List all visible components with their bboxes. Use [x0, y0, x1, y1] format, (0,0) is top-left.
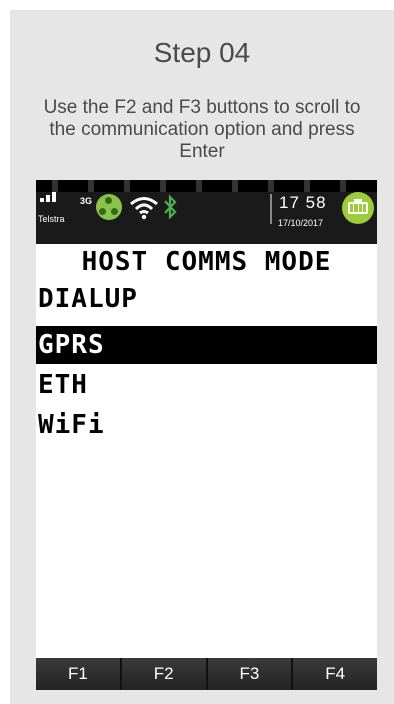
menu-option-eth[interactable]: ETH — [36, 366, 377, 404]
menu-title: HOST COMMS MODE — [81, 247, 332, 277]
instruction-text: Use the F2 and F3 buttons to scroll to t… — [43, 97, 361, 162]
clock-time: 17 58 — [279, 193, 327, 212]
carrier-label: Telstra — [38, 214, 65, 224]
f4-button[interactable]: F4 — [293, 658, 377, 690]
clock-date: 17/10/2017 — [278, 218, 324, 228]
f1-button[interactable]: F1 — [36, 658, 122, 690]
status-bar: Telstra 3G 17 58 17/10/2017 — [36, 180, 377, 244]
bluetooth-icon — [164, 194, 177, 220]
wifi-icon — [130, 197, 158, 220]
battery-icon — [342, 192, 374, 224]
signal-bars-icon — [40, 192, 64, 202]
step-title: Step 04 — [153, 37, 251, 68]
menu-option-gprs[interactable]: GPRS — [36, 326, 377, 364]
terminal-screen: Telstra 3G 17 58 17/10/2017 HOST COMMS M… — [36, 180, 377, 690]
function-key-bar: F1 F2 F3 F4 — [36, 658, 377, 690]
f2-button[interactable]: F2 — [121, 658, 208, 690]
gprs-icon — [96, 194, 122, 220]
network-type: 3G — [80, 196, 93, 206]
instruction-card: Step 04 Use the F2 and F3 buttons to scr… — [10, 10, 394, 704]
menu-option-dialup[interactable]: DIALUP — [36, 280, 377, 318]
f3-button[interactable]: F3 — [207, 658, 294, 690]
menu-option-wifi[interactable]: WiFi — [36, 406, 377, 444]
